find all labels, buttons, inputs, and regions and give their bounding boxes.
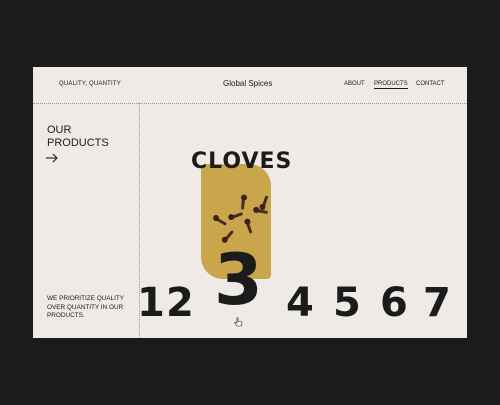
clove-shape (215, 217, 227, 226)
tagline: QUALITY, QUANTITY (59, 81, 121, 87)
brand-logo[interactable]: Global Spices (223, 79, 272, 88)
section-title-line-2: PRODUCTS (47, 137, 109, 149)
clove-shape (245, 221, 253, 234)
clove-shape (230, 212, 244, 219)
product-number-5[interactable]: 5 (333, 283, 361, 323)
section-title: OUR PRODUCTS (47, 124, 127, 150)
company-blurb: WE PRIORITIZE QUALITY OVER QUANTITY IN O… (47, 295, 124, 319)
clove-shape (261, 195, 269, 208)
product-name: CLOVES (191, 149, 293, 174)
product-number-7[interactable]: 7 (423, 283, 451, 323)
product-number-2[interactable]: 2 (166, 283, 194, 323)
nav-contact[interactable]: CONTACT (416, 81, 445, 87)
nav-about[interactable]: ABOUT (344, 81, 365, 87)
product-number-3-active[interactable]: 3 (214, 245, 263, 315)
section-title-line-1: OUR (47, 124, 72, 136)
product-number-1[interactable]: 1 (137, 283, 165, 323)
product-page: QUALITY, QUANTITY Global Spices ABOUT PR… (33, 67, 467, 338)
arrow-right-icon[interactable] (46, 153, 58, 163)
product-number-4[interactable]: 4 (286, 283, 314, 323)
nav-products[interactable]: PRODUCTS (374, 81, 408, 89)
product-number-6[interactable]: 6 (380, 283, 408, 323)
header-divider (33, 103, 467, 104)
top-navigation-bar: QUALITY, QUANTITY Global Spices ABOUT PR… (33, 67, 467, 103)
hand-pointer-icon (234, 317, 243, 327)
clove-shape (240, 197, 246, 210)
